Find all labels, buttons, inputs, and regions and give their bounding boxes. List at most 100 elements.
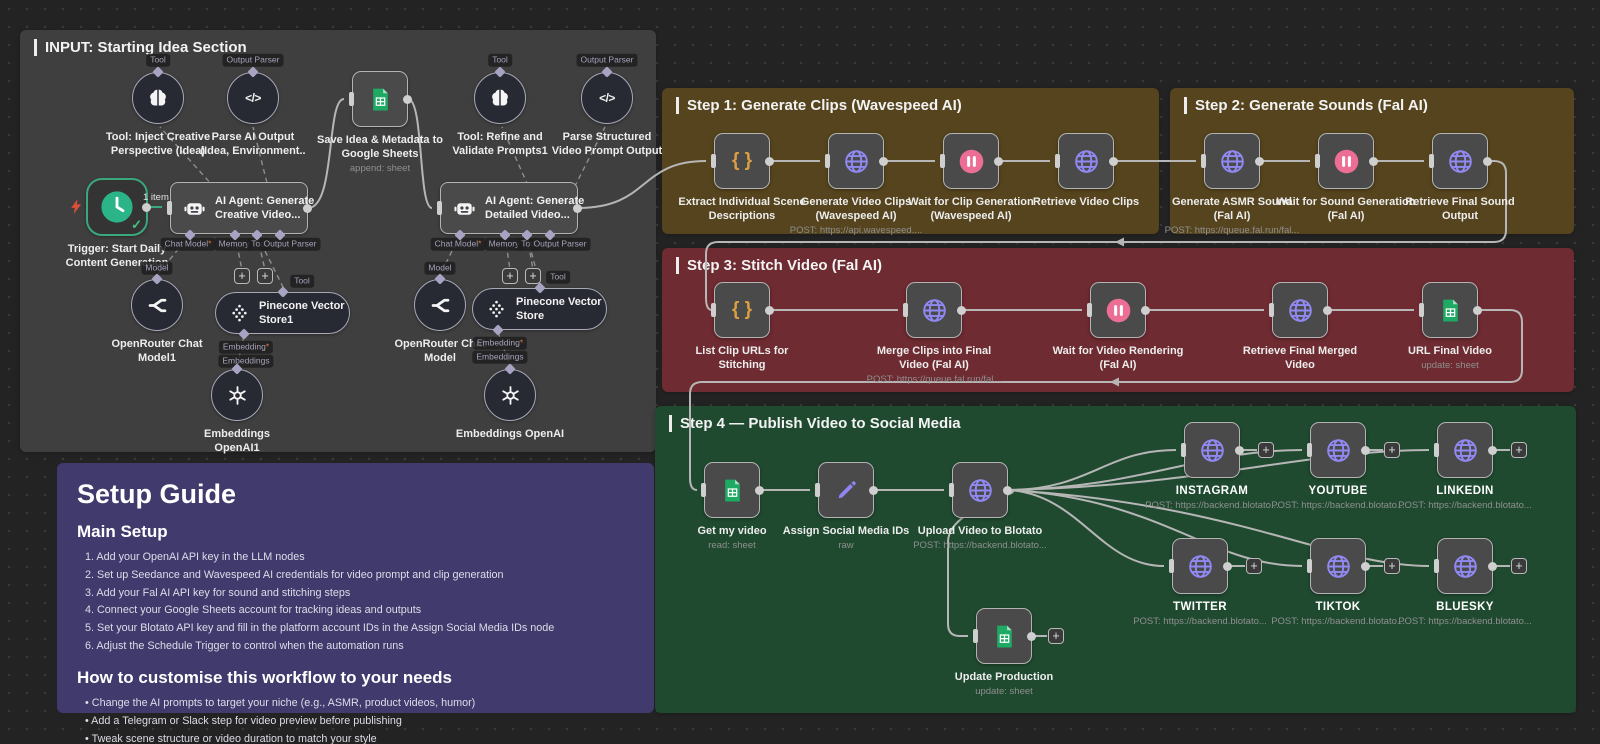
node-wait-clip-generation[interactable] [943,133,999,189]
input-port[interactable] [1434,443,1439,457]
plus-agent2-memory-button[interactable]: + [502,268,518,284]
node-update-production[interactable] [976,608,1032,664]
node-schedule-trigger[interactable]: ✓ [86,178,148,236]
plus-linkedin-button[interactable]: + [1511,442,1527,458]
input-port[interactable] [949,483,954,497]
plus-agent1-tool-button[interactable]: + [257,268,273,284]
output-port[interactable] [403,95,412,104]
input-port[interactable] [1315,154,1320,168]
wait-sound-generation-label: Wait for Sound Generation (Fal AI) [1277,195,1416,223]
plus-twitter-button[interactable]: + [1246,558,1262,574]
input-port[interactable] [1201,154,1206,168]
node-generate-video-clips[interactable] [828,133,884,189]
node-retrieve-final-merged[interactable] [1272,282,1328,338]
node-url-final-video[interactable] [1422,282,1478,338]
input-port[interactable] [711,303,716,317]
node-embeddings-openai1[interactable] [211,369,263,421]
node-retrieve-video-clips[interactable] [1058,133,1114,189]
output-port[interactable] [1109,157,1118,166]
node-youtube[interactable] [1310,422,1366,478]
node-embeddings-openai[interactable] [484,369,536,421]
output-port[interactable] [1141,306,1150,315]
input-port[interactable] [1181,443,1186,457]
output-port[interactable] [1483,157,1492,166]
input-port[interactable] [701,483,706,497]
input-port[interactable] [711,154,716,168]
input-port[interactable] [1169,559,1174,573]
input-port[interactable] [825,154,830,168]
node-list-clip-urls[interactable]: { } [714,282,770,338]
node-generate-asmr-sound[interactable] [1204,133,1260,189]
node-extract-scene-descriptions[interactable]: { } [714,133,770,189]
input-port[interactable] [1307,443,1312,457]
input-port[interactable] [1307,559,1312,573]
output-port[interactable] [765,306,774,315]
node-tiktok[interactable] [1310,538,1366,594]
node-instagram[interactable] [1184,422,1240,478]
output-port[interactable] [1361,446,1370,455]
node-merge-clips-final[interactable] [906,282,962,338]
node-wait-sound-generation[interactable] [1318,133,1374,189]
input-port[interactable] [1269,303,1274,317]
node-parse-structured[interactable]: </> [581,72,633,124]
output-port[interactable] [957,306,966,315]
plus-agent1-memory-button[interactable]: + [234,268,250,284]
node-agent-detailed-video[interactable]: AI Agent: Generate Detailed Video... [440,182,578,234]
input-port[interactable] [1419,303,1424,317]
output-port[interactable] [879,157,888,166]
node-tool-inject-creative[interactable] [132,72,184,124]
node-agent-creative-video[interactable]: AI Agent: Generate Creative Video... [170,182,308,234]
plus-bluesky-button[interactable]: + [1511,558,1527,574]
node-assign-social-media-ids[interactable] [818,462,874,518]
plus-instagram-button[interactable]: + [1258,442,1274,458]
output-port[interactable] [1255,157,1264,166]
input-port[interactable] [1055,154,1060,168]
node-bluesky[interactable] [1437,538,1493,594]
output-port[interactable] [573,204,582,213]
output-port[interactable] [1223,562,1232,571]
node-upload-video-blotato[interactable] [952,462,1008,518]
node-get-my-video[interactable] [704,462,760,518]
output-port[interactable] [755,486,764,495]
input-port[interactable] [437,201,442,215]
input-port[interactable] [815,483,820,497]
output-port[interactable] [765,157,774,166]
input-port[interactable] [1087,303,1092,317]
plus-agent2-tool-button[interactable]: + [525,268,541,284]
node-save-idea-sheets[interactable] [352,71,408,127]
plus-youtube-button[interactable]: + [1384,442,1400,458]
node-parse-ai-output[interactable]: </> [227,72,279,124]
node-pinecone-vector-store1[interactable]: Pinecone Vector Store1 [215,292,350,334]
output-port[interactable] [1488,562,1497,571]
output-port[interactable] [1323,306,1332,315]
node-wait-video-rendering[interactable] [1090,282,1146,338]
node-openrouter-chat-model1[interactable] [131,279,183,331]
setup-guide-note[interactable]: Setup Guide Main Setup 1. Add your OpenA… [57,463,654,713]
node-twitter[interactable] [1172,538,1228,594]
input-port[interactable] [903,303,908,317]
output-port[interactable] [994,157,1003,166]
output-port[interactable] [1473,306,1482,315]
node-tool-refine-validate[interactable] [474,72,526,124]
input-port[interactable] [1429,154,1434,168]
output-port[interactable] [1003,486,1012,495]
input-port[interactable] [1434,559,1439,573]
output-port[interactable] [1369,157,1378,166]
output-port[interactable] [1027,632,1036,641]
node-pinecone-vector-store[interactable]: Pinecone Vector Store [472,288,607,330]
output-port[interactable] [869,486,878,495]
output-port[interactable] [1361,562,1370,571]
output-port[interactable] [1235,446,1244,455]
input-port[interactable] [167,201,172,215]
plus-update-button[interactable]: + [1048,628,1064,644]
plus-tiktok-button[interactable]: + [1384,558,1400,574]
input-port[interactable] [940,154,945,168]
input-port[interactable] [349,92,354,106]
node-linkedin[interactable] [1437,422,1493,478]
output-port[interactable] [142,203,151,212]
node-openrouter-chat-model[interactable] [414,279,466,331]
output-port[interactable] [1488,446,1497,455]
output-port[interactable] [303,204,312,213]
input-port[interactable] [973,629,978,643]
node-retrieve-final-sound[interactable] [1432,133,1488,189]
